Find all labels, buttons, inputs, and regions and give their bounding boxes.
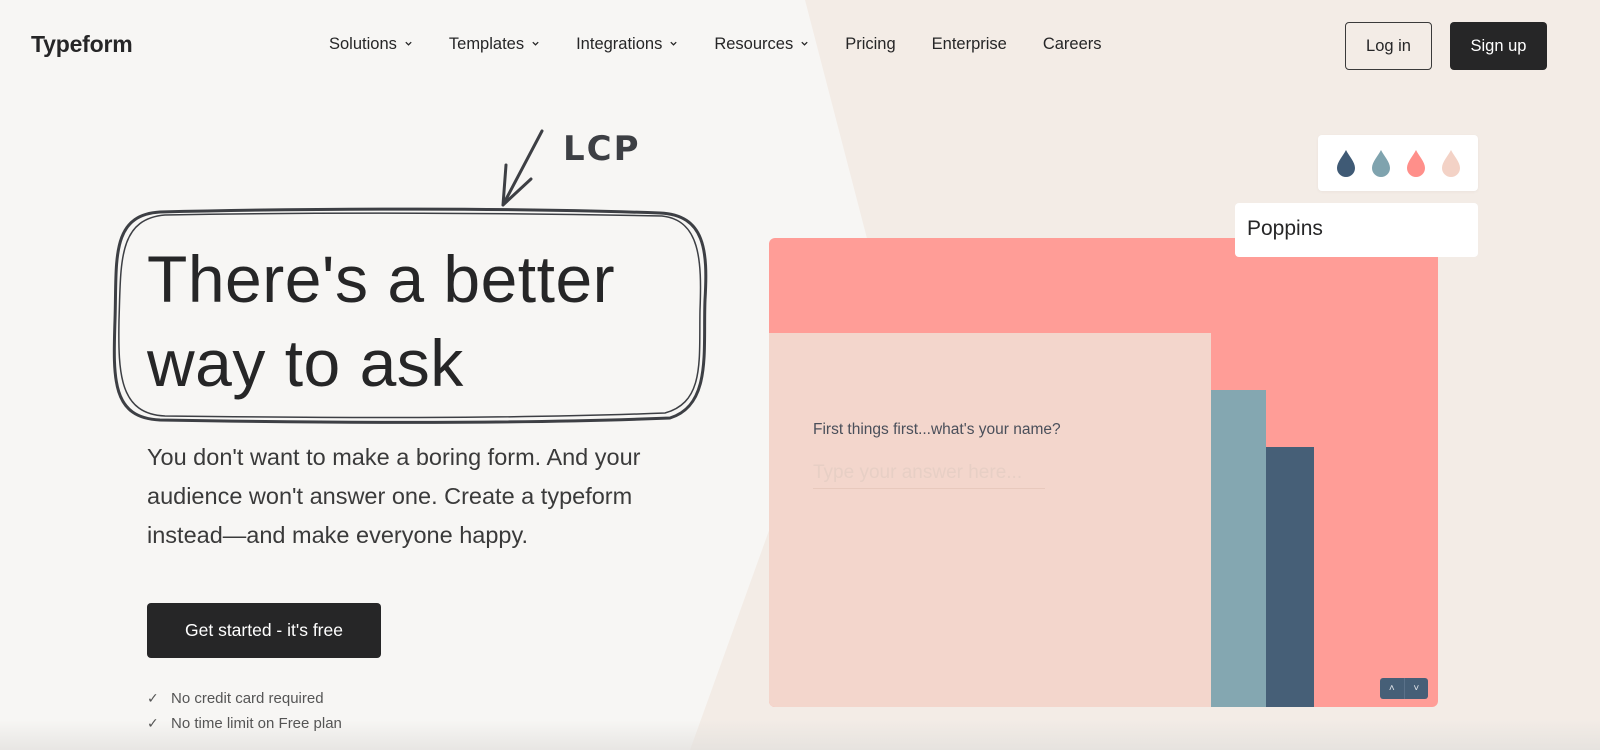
nav-label: Enterprise	[931, 35, 1007, 53]
arrow-icon	[501, 129, 544, 207]
nav-label: Integrations	[576, 35, 663, 53]
main-nav: Solutions Templates Integrations Resourc…	[329, 35, 1138, 54]
nav-templates[interactable]: Templates	[449, 35, 540, 54]
font-name: Poppins	[1247, 217, 1323, 240]
benefit-item: ✓ No time limit on Free plan	[147, 711, 342, 736]
nav-pricing[interactable]: Pricing	[845, 35, 895, 54]
nav-label: Solutions	[329, 35, 397, 53]
login-button[interactable]: Log in	[1345, 22, 1432, 70]
get-started-button[interactable]: Get started - it's free	[147, 603, 381, 658]
chevron-down-icon	[531, 39, 540, 48]
chevron-down-icon	[404, 39, 413, 48]
benefit-text: No time limit on Free plan	[171, 715, 342, 732]
check-icon: ✓	[147, 715, 159, 731]
nav-resources[interactable]: Resources	[714, 35, 809, 54]
benefit-list: ✓ No credit card required ✓ No time limi…	[147, 686, 342, 736]
nav-integrations[interactable]: Integrations	[576, 35, 678, 54]
nav-solutions[interactable]: Solutions	[329, 35, 413, 54]
typeform-logo[interactable]: Typeform	[31, 31, 133, 58]
site-header: Typeform Solutions Templates Integration…	[0, 0, 1600, 90]
color-palette-card	[1318, 135, 1478, 191]
chevron-up-icon: ˄	[1388, 683, 1395, 694]
form-preview: First things first...what's your name? ˄…	[769, 238, 1438, 707]
decorative-bar-light	[1211, 390, 1266, 707]
color-drop-icon[interactable]	[1440, 148, 1462, 178]
benefit-text: No credit card required	[171, 690, 324, 707]
form-panel	[769, 333, 1211, 707]
hero-description: You don't want to make a boring form. An…	[147, 444, 641, 548]
answer-input[interactable]	[813, 462, 1045, 489]
next-question-button[interactable]: ˅	[1403, 678, 1429, 699]
chevron-down-icon	[669, 39, 678, 48]
check-icon: ✓	[147, 690, 159, 706]
color-drop-icon[interactable]	[1405, 148, 1427, 178]
font-card: Poppins	[1235, 203, 1478, 257]
chevron-down-icon: ˅	[1413, 683, 1420, 694]
previous-question-button[interactable]: ˄	[1380, 678, 1404, 699]
lcp-label: LCP	[563, 129, 641, 169]
nav-enterprise[interactable]: Enterprise	[932, 35, 1007, 54]
signup-button[interactable]: Sign up	[1450, 22, 1547, 70]
form-nav-arrows: ˄ ˅	[1380, 678, 1428, 699]
benefit-item: ✓ No credit card required	[147, 686, 342, 711]
form-question: First things first...what's your name?	[813, 421, 1061, 438]
hero-title-line-1: There's a better	[147, 242, 616, 316]
chevron-down-icon	[800, 39, 809, 48]
hero-title: There's a better way to ask	[147, 237, 707, 405]
nav-label: Resources	[714, 35, 794, 53]
nav-label: Templates	[448, 35, 525, 53]
color-drop-icon[interactable]	[1335, 148, 1357, 178]
color-drop-icon[interactable]	[1370, 148, 1392, 178]
hero-title-line-2: way to ask	[147, 326, 464, 400]
nav-careers[interactable]: Careers	[1043, 35, 1102, 54]
nav-label: Pricing	[845, 35, 896, 53]
decorative-bar-dark	[1266, 447, 1314, 707]
nav-label: Careers	[1042, 35, 1102, 53]
